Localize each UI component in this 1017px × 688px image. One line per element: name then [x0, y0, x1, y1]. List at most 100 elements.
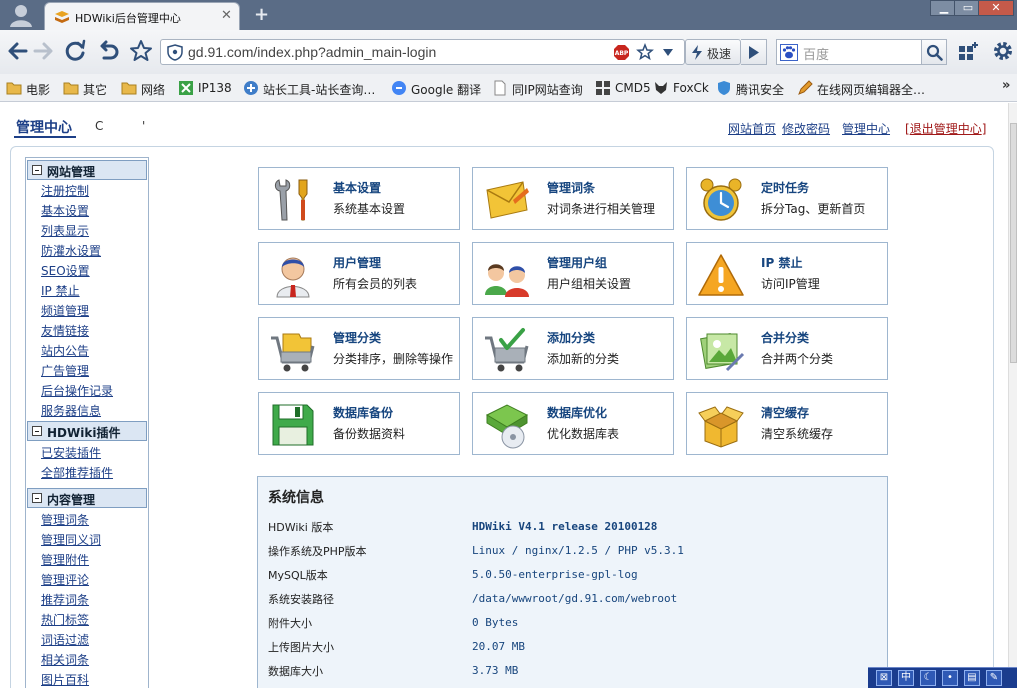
sidebar-item-ads[interactable]: 广告管理	[41, 362, 89, 379]
system-info-row: 附件大小 0 Bytes	[268, 615, 878, 635]
security-shield-icon[interactable]	[167, 44, 183, 61]
sidebar-item-recommended-plugins[interactable]: 全部推荐插件	[41, 464, 113, 481]
sidebar-item-server-info[interactable]: 服务器信息	[41, 402, 101, 419]
admin-username: C	[95, 119, 104, 133]
sidebar-item-recommended-entries[interactable]: 推荐词条	[41, 591, 89, 608]
bookmark-label: 腾讯安全	[736, 83, 785, 97]
card-description: 拆分Tag、更新首页	[761, 202, 866, 216]
tab-hdwiki-admin[interactable]: HDWiki后台管理中心 ✕	[44, 2, 240, 30]
sidebar-item-channels[interactable]: 频道管理	[41, 302, 89, 319]
sidebar-group-plugins[interactable]: HDWiki插件	[27, 421, 147, 441]
logout-link[interactable]: 退出管理中心	[910, 122, 982, 136]
sidebar-item-word-filter[interactable]: 词语过滤	[41, 631, 89, 648]
sidebar-item-manage-entries[interactable]: 管理词条	[41, 511, 89, 528]
pencil-icon	[798, 80, 813, 95]
ime-punctuation-icon[interactable]: •	[942, 670, 958, 686]
bookmark-label: Google 翻译	[411, 83, 482, 97]
card-database-optimize[interactable]: 数据库优化 优化数据库表	[472, 392, 674, 455]
collapse-icon[interactable]	[32, 165, 42, 175]
sidebar-item-synonyms[interactable]: 管理同义词	[41, 531, 101, 548]
user-avatar-icon[interactable]	[8, 3, 34, 27]
sidebar-item-basic-settings[interactable]: 基本设置	[41, 202, 89, 219]
chevron-down-icon[interactable]	[661, 45, 675, 59]
sidebar-item-comments[interactable]: 管理评论	[41, 571, 89, 588]
window-close-button[interactable]: ✕	[978, 0, 1014, 16]
sidebar-item-list-display[interactable]: 列表显示	[41, 222, 89, 239]
sidebar-group-content[interactable]: 内容管理	[27, 488, 147, 508]
bookmark-label: IP138	[198, 81, 232, 95]
system-info-row: 操作系统及PHP版本 Linux / nginx/1.2.5 / PHP v5.…	[268, 543, 878, 563]
card-title: 定时任务	[761, 181, 810, 195]
sidebar-item-register-control[interactable]: 注册控制	[41, 182, 89, 199]
shield-icon	[718, 81, 730, 95]
bookmark-label: 站长工具-站长查询…	[263, 83, 376, 97]
card-merge-categories[interactable]: 合并分类 合并两个分类	[686, 317, 888, 380]
card-basic-settings[interactable]: 基本设置 系统基本设置	[258, 167, 460, 230]
sidebar-item-attachments[interactable]: 管理附件	[41, 551, 89, 568]
speed-mode-button[interactable]: 极速	[685, 39, 741, 65]
adblock-icon[interactable]: ABP	[613, 44, 630, 61]
sidebar-item-seo[interactable]: SEO设置	[41, 262, 90, 279]
favorite-star-icon[interactable]	[128, 38, 154, 64]
sidebar-item-friend-links[interactable]: 友情链接	[41, 322, 89, 339]
card-title: 基本设置	[333, 181, 382, 195]
extensions-add-icon[interactable]	[955, 38, 981, 64]
bookmark-star-icon[interactable]	[636, 43, 654, 61]
search-button[interactable]	[921, 39, 947, 65]
sidebar-item-announcements[interactable]: 站内公告	[41, 342, 89, 359]
admin-center-link[interactable]: 管理中心	[842, 120, 890, 137]
forward-arrow-icon[interactable]	[31, 38, 57, 64]
sidebar-item-installed-plugins[interactable]: 已安装插件	[41, 444, 101, 461]
tab-close-icon[interactable]: ✕	[221, 8, 232, 23]
cart-add-icon	[485, 328, 529, 372]
ime-moon-icon[interactable]: ☾	[920, 670, 936, 686]
new-tab-button[interactable]: +	[254, 4, 269, 25]
ime-logo-icon[interactable]: ⊠	[876, 670, 892, 686]
ime-language-button[interactable]: 中	[898, 670, 914, 686]
card-add-category[interactable]: 添加分类 添加新的分类	[472, 317, 674, 380]
collapse-icon[interactable]	[32, 493, 42, 503]
sidebar-item-related-entries[interactable]: 相关词条	[41, 651, 89, 668]
system-info-row: HDWiki 版本 HDWiki V4.1 release 20100128	[268, 519, 878, 539]
system-info-value: 20.07 MB	[472, 640, 525, 653]
title-underline	[14, 136, 76, 138]
bookmark-label: 其它	[83, 83, 108, 97]
ime-keyboard-icon[interactable]: ▤	[964, 670, 980, 686]
gear-icon[interactable]	[990, 38, 1016, 64]
collapse-icon[interactable]	[32, 426, 42, 436]
tab-bar: HDWiki后台管理中心 ✕ + ▁ ▭ ✕	[0, 0, 1017, 30]
card-ip-ban[interactable]: IP 禁止 访问IP管理	[686, 242, 888, 305]
search-input[interactable]: 百度	[803, 44, 829, 63]
card-manage-entries[interactable]: 管理词条 对词条进行相关管理	[472, 167, 674, 230]
refresh-icon[interactable]	[62, 38, 88, 64]
card-title: 合并分类	[761, 331, 810, 345]
sidebar-item-operation-log[interactable]: 后台操作记录	[41, 382, 113, 399]
sidebar-group-site-management[interactable]: 网站管理	[27, 160, 147, 180]
url-text[interactable]: gd.91.com/index.php?admin_main-login	[188, 44, 436, 60]
card-database-backup[interactable]: 数据库备份 备份数据资料	[258, 392, 460, 455]
card-scheduled-tasks[interactable]: 定时任务 拆分Tag、更新首页	[686, 167, 888, 230]
address-bar[interactable]: gd.91.com/index.php?admin_main-login ABP	[160, 39, 685, 65]
bookmark-label: CMD5	[615, 81, 651, 95]
scrollbar-thumb[interactable]	[1010, 123, 1017, 363]
card-user-groups[interactable]: 管理用户组 用户组相关设置	[472, 242, 674, 305]
sidebar-item-hot-tags[interactable]: 热门标签	[41, 611, 89, 628]
undo-close-tab-icon[interactable]	[95, 38, 121, 64]
card-manage-categories[interactable]: 管理分类 分类排序，删除等操作	[258, 317, 460, 380]
card-description: 分类排序，删除等操作	[333, 352, 454, 366]
bookmarks-overflow-button[interactable]: »	[1002, 78, 1010, 93]
ime-settings-icon[interactable]: ✎	[986, 670, 1002, 686]
card-clear-cache[interactable]: 清空缓存 清空系统缓存	[686, 392, 888, 455]
vertical-scrollbar[interactable]	[1008, 103, 1017, 668]
page-icon	[494, 80, 506, 96]
mode-switch-button[interactable]	[741, 39, 767, 65]
sidebar-item-ip-ban[interactable]: IP 禁止	[41, 282, 80, 299]
change-password-link[interactable]: 修改密码	[782, 120, 830, 137]
search-box[interactable]: 百度	[776, 39, 922, 65]
card-user-management[interactable]: 用户管理 所有会员的列表	[258, 242, 460, 305]
sidebar-item-anti-spam[interactable]: 防灌水设置	[41, 242, 101, 259]
back-arrow-icon[interactable]	[4, 38, 30, 64]
sidebar-item-image-wiki[interactable]: 图片百科	[41, 671, 89, 688]
site-home-link[interactable]: 网站首页	[728, 120, 776, 137]
google-icon	[392, 81, 406, 95]
